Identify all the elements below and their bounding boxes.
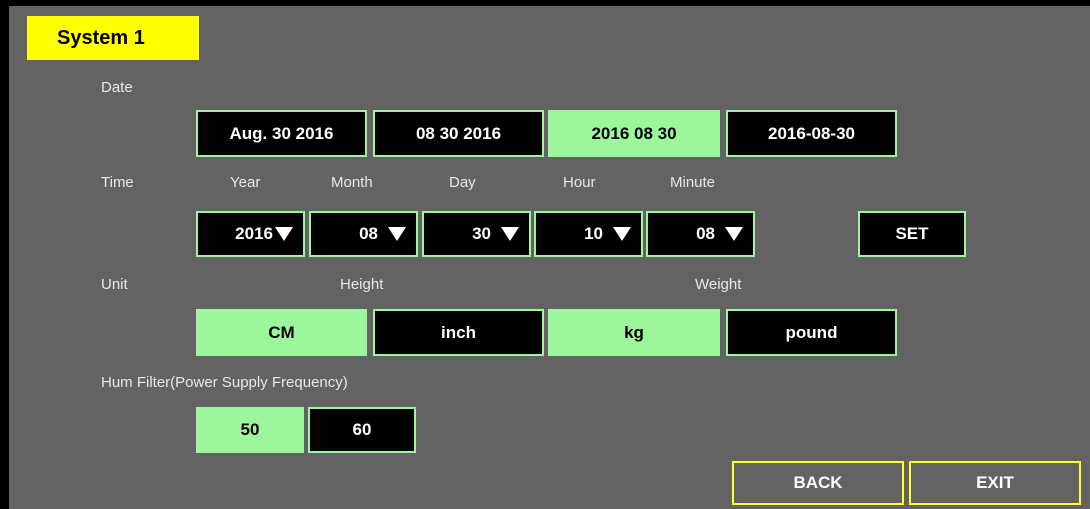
chevron-down-icon: [613, 227, 631, 241]
date-format-option-ymd-dash[interactable]: 2016-08-30: [726, 110, 897, 157]
hour-header: Hour: [563, 174, 596, 191]
day-dropdown[interactable]: 30: [422, 211, 531, 257]
height-unit-inch-button[interactable]: inch: [373, 309, 544, 356]
weight-unit-kg-button[interactable]: kg: [548, 309, 720, 356]
date-label: Date: [101, 79, 133, 96]
year-header: Year: [230, 174, 261, 191]
month-dropdown[interactable]: 08: [309, 211, 418, 257]
time-label: Time: [101, 174, 134, 191]
day-header: Day: [449, 174, 476, 191]
hum-filter-60-button[interactable]: 60: [308, 407, 416, 453]
chevron-down-icon: [275, 227, 293, 241]
month-value: 08: [359, 224, 378, 243]
back-button[interactable]: BACK: [732, 461, 904, 505]
chevron-down-icon: [388, 227, 406, 241]
height-unit-cm-button[interactable]: CM: [196, 309, 367, 356]
minute-header: Minute: [670, 174, 716, 191]
hum-filter-label: Hum Filter(Power Supply Frequency): [101, 374, 348, 391]
weight-unit-pound-button[interactable]: pound: [726, 309, 897, 356]
day-value: 30: [472, 224, 491, 243]
settings-screen: System 1 Date Aug. 30 2016 08 30 2016 20…: [9, 6, 1090, 509]
unit-label: Unit: [101, 276, 128, 293]
height-label: Height: [340, 276, 384, 293]
set-button[interactable]: SET: [858, 211, 966, 257]
date-format-option-mdy-numeric[interactable]: 08 30 2016: [373, 110, 544, 157]
hour-dropdown[interactable]: 10: [534, 211, 643, 257]
minute-value: 08: [696, 224, 715, 243]
weight-label: Weight: [695, 276, 742, 293]
hour-value: 10: [584, 224, 603, 243]
minute-dropdown[interactable]: 08: [646, 211, 755, 257]
date-format-option-mdy-text[interactable]: Aug. 30 2016: [196, 110, 367, 157]
page-title: System 1: [27, 16, 199, 60]
chevron-down-icon: [725, 227, 743, 241]
year-dropdown[interactable]: 2016: [196, 211, 305, 257]
hum-filter-50-button[interactable]: 50: [196, 407, 304, 453]
exit-button[interactable]: EXIT: [909, 461, 1081, 505]
date-format-option-ymd-space[interactable]: 2016 08 30: [548, 110, 720, 157]
month-header: Month: [331, 174, 373, 191]
year-value: 2016: [235, 224, 273, 243]
chevron-down-icon: [501, 227, 519, 241]
